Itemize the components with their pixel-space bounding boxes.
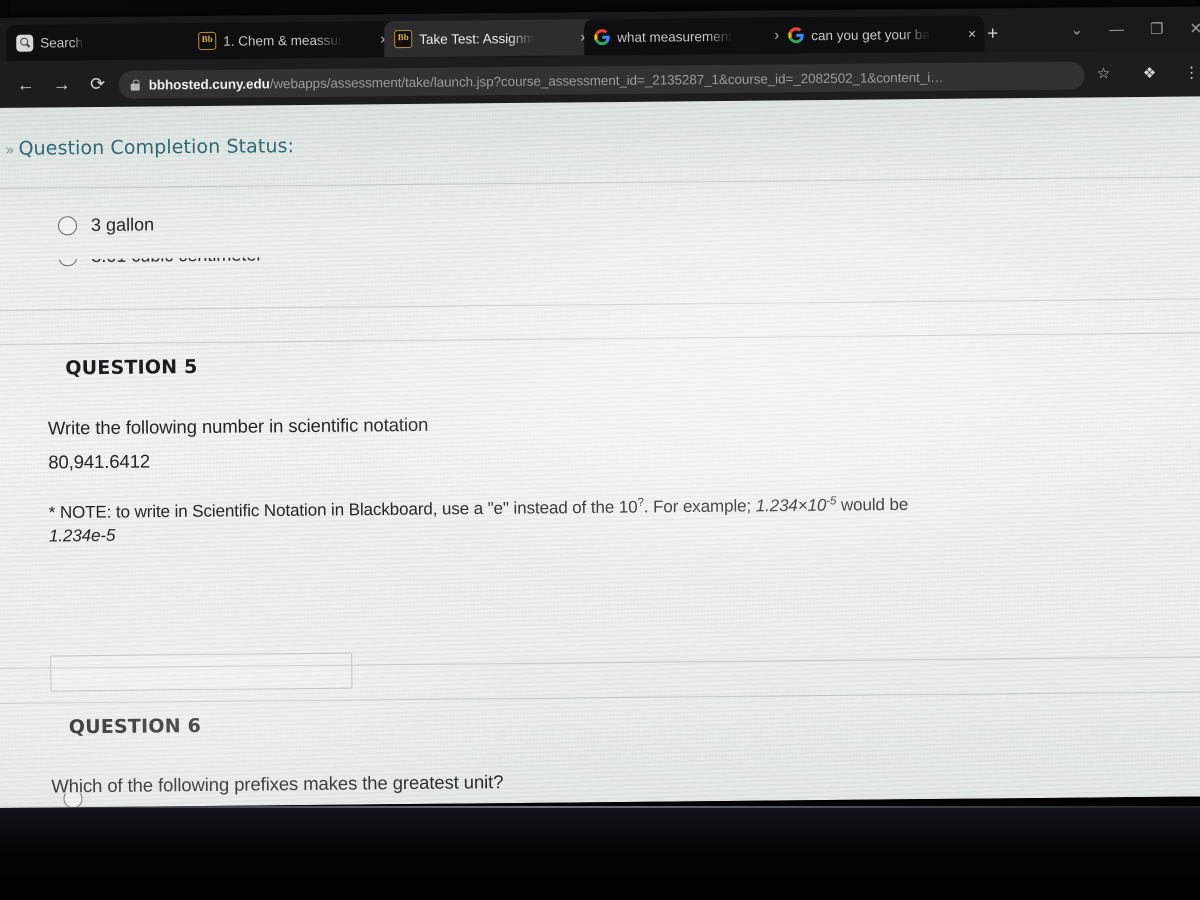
tab-what-measurement[interactable]: what measurement × [584,17,791,56]
tab-search[interactable]: Search × [6,22,205,61]
question-5-prompt-line-2: 80,941.6412 [48,450,151,473]
tab-chem-measurement[interactable]: Bb 1. Chem & meassur × [188,21,397,60]
google-g-icon [594,29,610,46]
choice-label: 3.01 cubic centimeter [91,255,262,267]
url-path: /webapps/assessment/take/launch.jsp?cour… [269,69,944,91]
question-completion-status-label: Question Completion Status: [18,135,295,160]
blackboard-bb-icon: Bb [198,31,217,51]
close-window-icon[interactable]: ✕ [1189,20,1200,37]
browser-window: Search × Bb 1. Chem & meassur × Bb Take … [0,6,1200,808]
extensions-puzzle-icon[interactable]: ❖ [1138,63,1160,85]
tab-close-icon[interactable]: × [968,26,976,42]
url-host: bbhosted.cuny.edu [148,75,270,92]
back-icon[interactable]: ← [13,72,39,98]
tab-search-chevron-icon[interactable]: ⌄ [1070,21,1083,38]
divider [0,176,1200,189]
note-example-superscript: -5 [826,494,837,508]
choice-3-gallon[interactable]: 3 gallon [57,214,155,236]
window-controls: ⌄ — ❐ ✕ [1070,6,1200,51]
note-example-base: 1.234×10 [755,495,827,516]
search-icon [16,34,34,52]
chevron-down-icon[interactable]: » [5,141,14,159]
blackboard-bb-icon: Bb [394,29,413,49]
question-5-answer-input[interactable] [50,652,353,692]
tab-title: Take Test: Assignm [419,30,535,47]
address-bar[interactable]: bbhosted.cuny.edu/webapps/assessment/tak… [118,61,1085,99]
chrome-menu-icon[interactable]: ⋮ [1180,62,1200,84]
reload-icon[interactable]: ⟳ [85,71,111,97]
photographed-screen: Search × Bb 1. Chem & meassur × Bb Take … [0,0,1200,900]
choice-clipped[interactable]: 3.01 cubic centimeter [58,255,478,281]
question-6-heading: QUESTION 6 [68,715,202,739]
radio-button[interactable] [57,216,78,236]
minimize-icon[interactable]: — [1109,21,1124,38]
tab-title: what measurement [617,28,733,45]
url-text: bbhosted.cuny.edu/webapps/assessment/tak… [149,69,944,92]
question-5-prompt-line-1: Write the following number in scientific… [47,413,429,439]
tab-take-test[interactable]: Bb Take Test: Assignm × [384,19,597,58]
tab-title: 1. Chem & meassur [223,32,343,49]
radio-button[interactable] [58,255,78,267]
restore-window-icon[interactable]: ❐ [1150,20,1164,37]
new-tab-button[interactable]: + [987,23,998,44]
note-part-1: * NOTE: to write in Scientific Notation … [48,497,638,523]
divider [0,691,1200,704]
blackboard-test-page: »Question Completion Status: 3.01 cubic … [0,96,1200,808]
monitor-bottom-bezel [0,808,1200,900]
forward-icon[interactable]: → [49,71,75,97]
bookmark-star-icon[interactable]: ☆ [1092,63,1114,85]
question-5-note-line-1: * NOTE: to write in Scientific Notation … [49,485,909,528]
note-part-3: would be [836,494,909,515]
divider [0,298,1200,311]
choice-label: 3 gallon [90,214,155,236]
divider [0,332,1200,345]
tab-title: Search [40,34,84,51]
lock-icon [131,79,140,90]
google-g-icon [788,27,804,44]
question-completion-status[interactable]: » Question Completion Status: [5,135,294,160]
note-example-alt: 1.234e-5 [48,525,116,546]
question-5-note-line-2: 1.234e-5 [49,521,116,552]
question-5-heading: QUESTION 5 [65,356,198,380]
tab-can-you-get-your-ba[interactable]: can you get your ba × [778,15,985,54]
tab-title: can you get your ba [811,26,930,43]
note-part-2: . For example; [643,496,756,517]
